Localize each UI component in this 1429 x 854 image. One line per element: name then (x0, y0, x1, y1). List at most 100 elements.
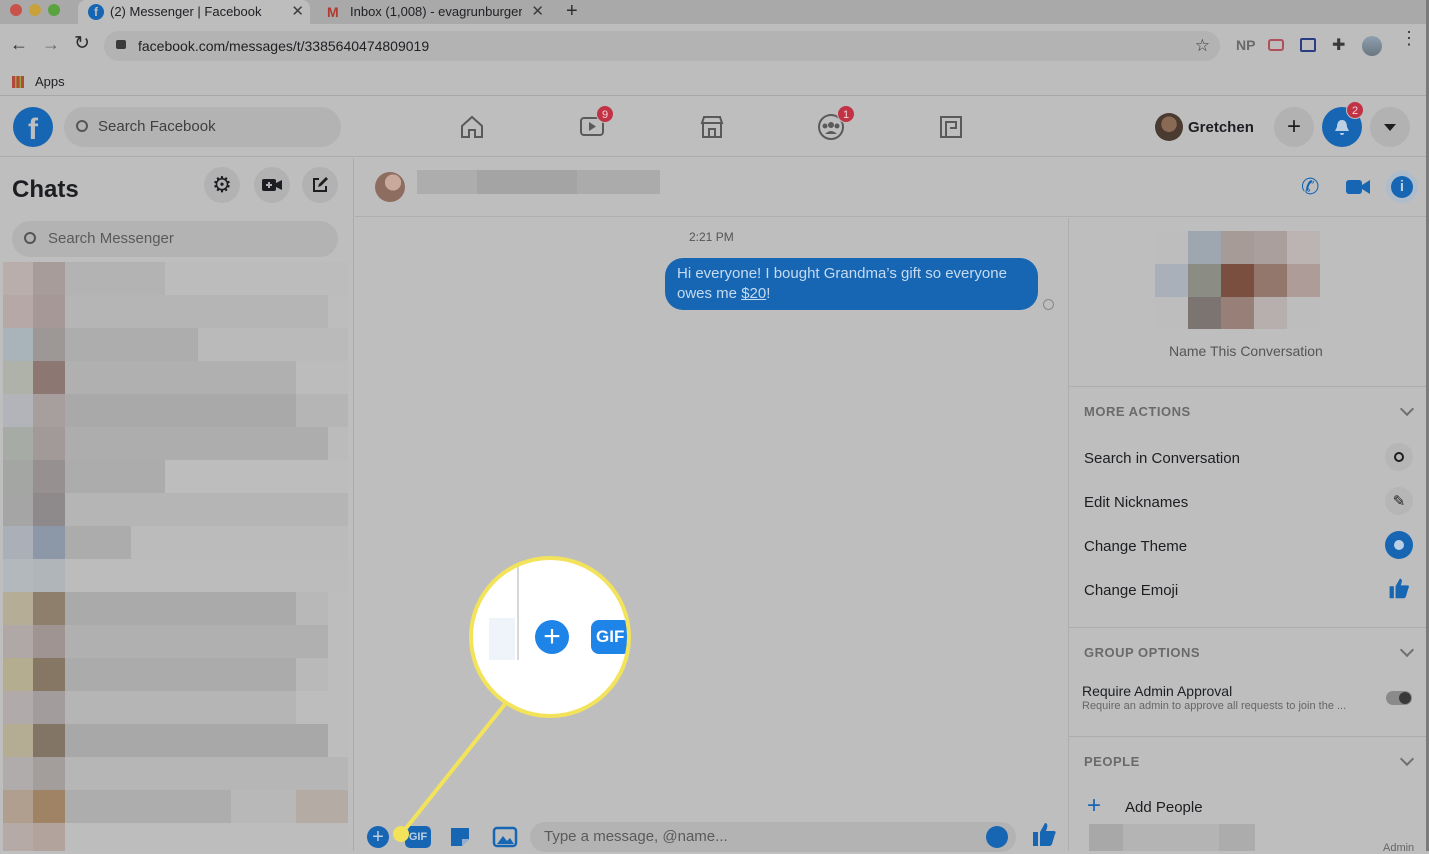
chat-list-item[interactable] (3, 295, 348, 328)
marketplace-icon[interactable] (696, 111, 728, 143)
edit-nicknames[interactable]: Edit Nicknames (1084, 494, 1188, 511)
more-actions-header[interactable]: MORE ACTIONS (1084, 404, 1191, 419)
amount-link[interactable]: $20 (741, 285, 766, 302)
search-icon[interactable] (1385, 443, 1413, 471)
groups-icon[interactable]: 1 (815, 105, 855, 143)
group-options-header[interactable]: GROUP OPTIONS (1084, 645, 1200, 660)
member-row[interactable] (1089, 824, 1255, 851)
chat-list-item[interactable] (3, 658, 348, 691)
gaming-icon[interactable] (935, 111, 967, 143)
info-button[interactable]: i (1386, 171, 1418, 203)
profile-name[interactable]: Gretchen (1188, 119, 1254, 136)
search-in-conversation[interactable]: Search in Conversation (1084, 450, 1240, 467)
thumbs-up-icon[interactable] (1030, 820, 1058, 848)
chat-list-item[interactable] (3, 625, 348, 658)
minimize-window-button[interactable] (29, 4, 41, 16)
watch-icon[interactable]: 9 (576, 105, 614, 143)
apps-icon[interactable] (12, 76, 24, 88)
thumbs-up-icon[interactable] (1387, 576, 1411, 600)
sticker-icon[interactable] (448, 825, 472, 849)
chat-list-item[interactable] (3, 262, 348, 295)
people-header[interactable]: PEOPLE (1084, 754, 1140, 769)
browser-menu-icon[interactable]: ⋮ (1400, 29, 1418, 47)
chat-list-item[interactable] (3, 394, 348, 427)
divider (1069, 627, 1427, 628)
puzzle-icon[interactable]: ✚ (1332, 35, 1345, 55)
chat-list-item[interactable] (3, 823, 348, 851)
gif-button[interactable]: GIF (405, 826, 431, 848)
chat-list-item[interactable] (3, 493, 348, 526)
admin-approval-toggle[interactable] (1386, 691, 1412, 705)
reload-icon[interactable]: ↻ (74, 32, 90, 55)
facebook-header: f Search Facebook 9 1 Gretchen + 2 (0, 97, 1429, 157)
facebook-logo[interactable]: f (13, 107, 53, 147)
profile-avatar[interactable] (1362, 36, 1382, 56)
new-room-button[interactable] (254, 167, 290, 203)
theme-icon[interactable] (1385, 531, 1413, 559)
new-message-button[interactable] (302, 167, 338, 203)
record-extension-icon[interactable] (1268, 39, 1284, 51)
profile-avatar[interactable] (1155, 113, 1183, 141)
back-icon[interactable]: ← (10, 34, 28, 55)
chevron-down-icon[interactable] (1399, 401, 1415, 417)
name-conversation-link[interactable]: Name This Conversation (1169, 343, 1323, 359)
apps-bookmark[interactable]: Apps (35, 74, 65, 89)
settings-button[interactable]: ⚙ (204, 167, 240, 203)
change-theme[interactable]: Change Theme (1084, 538, 1187, 555)
chat-list-item[interactable] (3, 592, 348, 625)
chevron-down-icon[interactable] (1399, 751, 1415, 767)
account-menu-button[interactable] (1370, 107, 1410, 147)
screen-extension-icon[interactable] (1300, 38, 1316, 52)
bookmark-star-icon[interactable]: ☆ (1195, 31, 1210, 61)
home-icon[interactable] (456, 111, 488, 143)
chat-list-item[interactable] (3, 724, 348, 757)
facebook-search-input[interactable]: Search Facebook (64, 107, 341, 147)
new-tab-button[interactable]: + (566, 0, 578, 22)
np-extension-icon[interactable]: NP (1236, 37, 1255, 53)
group-avatar[interactable] (375, 172, 405, 202)
message-input[interactable]: Type a message, @name... (530, 822, 1016, 852)
bell-icon (1335, 120, 1349, 135)
create-button[interactable]: + (1274, 107, 1314, 147)
chat-list-item[interactable] (3, 757, 348, 790)
chat-list-item[interactable] (3, 691, 348, 724)
chat-list-item[interactable] (3, 790, 348, 823)
change-emoji[interactable]: Change Emoji (1084, 582, 1178, 599)
tab-label: Inbox (1,008) - evagrunburger (350, 4, 522, 19)
chat-list-item[interactable] (3, 361, 348, 394)
bookmarks-bar: Apps (0, 68, 1429, 96)
tab-gmail[interactable]: M Inbox (1,008) - evagrunburger ✕ (318, 0, 550, 24)
caret-down-icon (1384, 123, 1396, 131)
chat-list[interactable] (3, 262, 348, 851)
messenger-search-input[interactable]: Search Messenger (12, 221, 338, 257)
message-thread: 2:21 PM Hi everyone! I bought Grandma’s … (355, 218, 1068, 851)
close-window-button[interactable] (10, 4, 22, 16)
pencil-icon[interactable]: ✎ (1385, 487, 1413, 515)
address-bar[interactable]: facebook.com/messages/t/3385640474809019… (104, 31, 1220, 61)
tab-messenger[interactable]: f (2) Messenger | Facebook ✕ (78, 0, 310, 24)
phone-icon[interactable]: ✆ (1301, 174, 1319, 200)
add-people-button[interactable]: Add People (1125, 799, 1203, 816)
add-more-button[interactable]: + (367, 826, 389, 848)
chat-list-item[interactable] (3, 427, 348, 460)
video-camera-icon[interactable] (1345, 178, 1371, 196)
browser-tab-bar: f (2) Messenger | Facebook ✕ M Inbox (1,… (0, 0, 1429, 24)
info-icon: i (1391, 176, 1413, 198)
maximize-window-button[interactable] (48, 4, 60, 16)
emoji-icon[interactable] (986, 826, 1008, 848)
chat-list-item[interactable] (3, 460, 348, 493)
conversation-name-redacted[interactable] (417, 170, 660, 194)
magnifier-callout: + GIF (469, 556, 631, 718)
photo-icon[interactable] (492, 825, 518, 849)
notifications-button[interactable]: 2 (1322, 101, 1364, 147)
chat-list-item[interactable] (3, 526, 348, 559)
group-photo[interactable] (1155, 231, 1320, 329)
message-bubble[interactable]: Hi everyone! I bought Grandma’s gift so … (665, 258, 1038, 310)
close-tab-icon[interactable]: ✕ (291, 0, 304, 24)
chat-list-item[interactable] (3, 559, 348, 592)
close-tab-icon[interactable]: ✕ (531, 0, 544, 24)
chat-list-item[interactable] (3, 328, 348, 361)
chevron-down-icon[interactable] (1399, 642, 1415, 658)
forward-icon[interactable]: → (42, 34, 60, 55)
facebook-icon: f (88, 4, 104, 20)
